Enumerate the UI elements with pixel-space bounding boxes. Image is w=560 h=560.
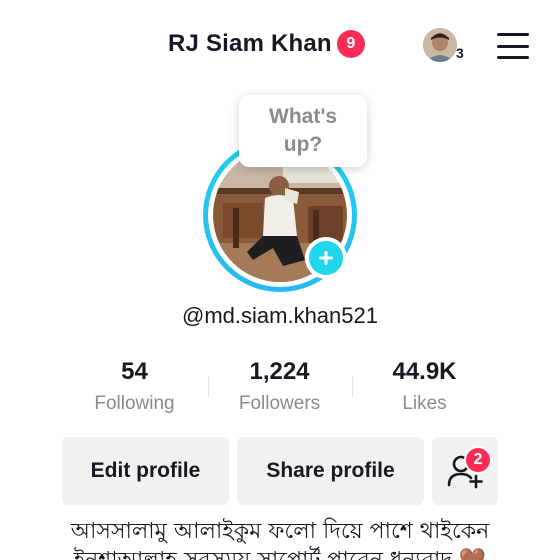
stat-label: Following [94, 393, 175, 414]
stat-value: 54 [121, 358, 148, 385]
account-switcher-button[interactable]: 3 [423, 28, 464, 64]
account-avatar [423, 28, 457, 62]
stats-row: 54 Following 1,224 Followers 44.9K Likes [62, 358, 498, 422]
stat-followers[interactable]: 1,224 Followers [207, 358, 352, 415]
add-friends-button[interactable] [432, 437, 498, 505]
page-title: RJ Siam Khan [168, 30, 332, 57]
status-bubble-line2: up? [283, 133, 323, 156]
profile-bio: আসসালামু আলাইকুম ফলো দিয়ে পাশে থাইকেন ই… [0, 517, 560, 560]
share-profile-button[interactable]: Share profile [237, 437, 424, 505]
top-bar: RJ Siam Khan 9 3 [0, 0, 560, 95]
stat-label: Likes [402, 393, 447, 414]
stat-likes[interactable]: 44.9K Likes [352, 358, 497, 415]
plus-icon [319, 251, 333, 265]
hamburger-menu-icon[interactable] [497, 33, 529, 59]
edit-profile-button[interactable]: Edit profile [62, 437, 229, 505]
stat-following[interactable]: 54 Following [62, 358, 207, 415]
username: @md.siam.khan521 [182, 303, 378, 328]
profile-title-switcher[interactable]: RJ Siam Khan 9 [168, 30, 365, 58]
stat-value: 44.9K [392, 358, 457, 385]
add-story-button[interactable] [305, 237, 347, 279]
bio-line-2: ইনশাআল্লাহ সবসময় সাপোর্ট পাবেন ধন্যবাদ … [0, 546, 560, 560]
bio-line-1: আসসালামু আলাইকুম ফলো দিয়ে পাশে থাইকেন [70, 519, 490, 544]
account-count: 3 [456, 45, 464, 61]
notification-badge: 9 [336, 30, 365, 58]
status-bubble-line1: What's [269, 105, 337, 128]
status-bubble[interactable]: What's up? [239, 95, 367, 167]
stat-label: Followers [238, 393, 321, 414]
stat-value: 1,224 [249, 358, 310, 385]
add-friends-badge: 2 [464, 446, 492, 474]
